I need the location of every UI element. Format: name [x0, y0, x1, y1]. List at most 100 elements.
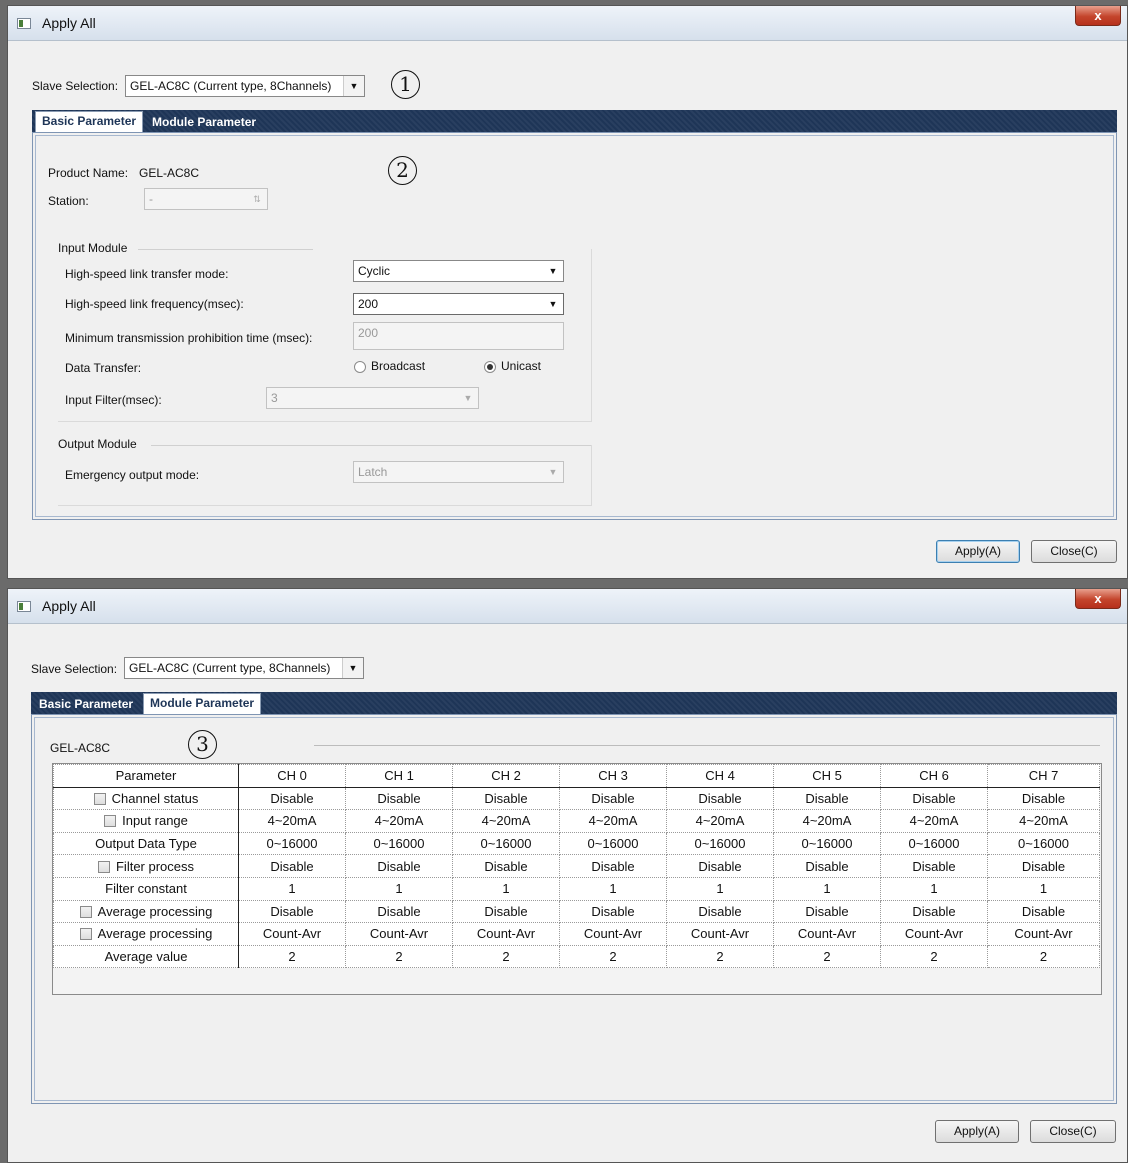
product-name-value: GEL-AC8C [139, 166, 200, 180]
unicast-radio[interactable] [484, 361, 496, 373]
close-button[interactable]: Close(C) [1030, 1120, 1116, 1143]
cell-ch7[interactable]: Count-Avr [987, 922, 1100, 946]
tab-module-parameter[interactable]: Module Parameter [143, 693, 262, 714]
cell-ch5[interactable]: 2 [773, 944, 881, 969]
cell-ch5[interactable]: Disable [773, 854, 881, 878]
cell-ch0[interactable]: 0~16000 [238, 831, 346, 856]
station-spinner[interactable]: - ⇅ [144, 188, 268, 210]
cell-ch6[interactable]: 0~16000 [880, 831, 988, 856]
apply-button[interactable]: Apply(A) [935, 1120, 1019, 1143]
column-header-ch7: CH 7 [987, 764, 1100, 788]
cell-ch4[interactable]: Disable [666, 854, 774, 878]
apply-button[interactable]: Apply(A) [936, 540, 1020, 563]
chevron-down-icon[interactable]: ▼ [458, 388, 478, 408]
cell-ch0[interactable]: Count-Avr [238, 922, 346, 946]
cell-ch4[interactable]: Disable [666, 899, 774, 924]
cell-ch6[interactable]: Disable [880, 854, 988, 878]
cell-ch6[interactable]: 2 [880, 944, 988, 969]
chevron-down-icon[interactable]: ▼ [543, 294, 563, 314]
cell-ch7[interactable]: 4~20mA [987, 809, 1100, 833]
slave-selection-dropdown[interactable]: GEL-AC8C (Current type, 8Channels) ▼ [124, 657, 364, 679]
cell-ch4[interactable]: 2 [666, 944, 774, 969]
cell-ch1[interactable]: 4~20mA [345, 809, 453, 833]
cell-ch5[interactable]: Count-Avr [773, 922, 881, 946]
cell-ch3[interactable]: 1 [559, 876, 667, 901]
cell-ch7[interactable]: 0~16000 [987, 831, 1100, 856]
cell-ch7[interactable]: Disable [987, 854, 1100, 878]
cell-ch5[interactable]: 4~20mA [773, 809, 881, 833]
cell-ch6[interactable]: 1 [880, 876, 988, 901]
cell-ch4[interactable]: 4~20mA [666, 809, 774, 833]
cell-ch0[interactable]: 4~20mA [238, 809, 346, 833]
emergency-dropdown[interactable]: Latch ▼ [353, 461, 564, 483]
cell-ch2[interactable]: Disable [452, 854, 560, 878]
tab-basic-parameter[interactable]: Basic Parameter [33, 694, 139, 714]
cell-ch0[interactable]: Disable [238, 854, 346, 878]
row-checkbox[interactable] [79, 928, 92, 941]
cell-ch3[interactable]: 0~16000 [559, 831, 667, 856]
cell-ch1[interactable]: Count-Avr [345, 922, 453, 946]
cell-ch6[interactable]: Disable [880, 786, 988, 811]
cell-ch0[interactable]: 2 [238, 944, 346, 969]
cell-ch5[interactable]: Disable [773, 899, 881, 924]
cell-ch7[interactable]: Disable [987, 786, 1100, 811]
close-window-button[interactable]: x [1075, 6, 1121, 26]
cell-ch5[interactable]: 0~16000 [773, 831, 881, 856]
input-filter-dropdown[interactable]: 3 ▼ [266, 387, 479, 409]
cell-ch4[interactable]: 1 [666, 876, 774, 901]
cell-ch6[interactable]: Disable [880, 899, 988, 924]
cell-ch4[interactable]: Disable [666, 786, 774, 811]
cell-ch0[interactable]: Disable [238, 786, 346, 811]
transfer-mode-dropdown[interactable]: Cyclic ▼ [353, 260, 564, 282]
cell-ch3[interactable]: 2 [559, 944, 667, 969]
chevron-down-icon[interactable]: ▼ [543, 462, 563, 482]
cell-ch5[interactable]: Disable [773, 786, 881, 811]
cell-ch2[interactable]: 1 [452, 876, 560, 901]
spin-arrow-icon[interactable]: ⇅ [247, 189, 267, 209]
broadcast-radio[interactable] [354, 361, 366, 373]
cell-ch1[interactable]: 0~16000 [345, 831, 453, 856]
cell-ch2[interactable]: 2 [452, 944, 560, 969]
row-checkbox[interactable] [93, 792, 106, 805]
cell-ch4[interactable]: Count-Avr [666, 922, 774, 946]
cell-ch1[interactable]: Disable [345, 899, 453, 924]
cell-ch7[interactable]: Disable [987, 899, 1100, 924]
cell-ch7[interactable]: 1 [987, 876, 1100, 901]
cell-ch2[interactable]: Count-Avr [452, 922, 560, 946]
tab-basic-parameter[interactable]: Basic Parameter [35, 111, 144, 132]
cell-ch0[interactable]: Disable [238, 899, 346, 924]
cell-ch2[interactable]: 0~16000 [452, 831, 560, 856]
cell-ch1[interactable]: 2 [345, 944, 453, 969]
min-prohibition-field[interactable]: 200 [353, 322, 564, 350]
cell-ch7[interactable]: 2 [987, 944, 1100, 969]
tab-module-parameter[interactable]: Module Parameter [146, 112, 262, 132]
chevron-down-icon[interactable]: ▼ [342, 658, 363, 678]
cell-ch5[interactable]: 1 [773, 876, 881, 901]
cell-ch2[interactable]: Disable [452, 899, 560, 924]
chevron-down-icon[interactable]: ▼ [343, 76, 364, 96]
parameter-grid: Parameter CH 0 CH 1 CH 2 CH 3 CH 4 CH 5 CH 6 CH … [53, 764, 1100, 969]
close-window-button[interactable]: x [1075, 589, 1121, 609]
cell-ch3[interactable]: Disable [559, 854, 667, 878]
row-checkbox[interactable] [79, 905, 92, 918]
cell-ch2[interactable]: 4~20mA [452, 809, 560, 833]
cell-ch6[interactable]: Count-Avr [880, 922, 988, 946]
chevron-down-icon[interactable]: ▼ [543, 261, 563, 281]
cell-ch1[interactable]: Disable [345, 854, 453, 878]
cell-ch3[interactable]: Disable [559, 786, 667, 811]
cell-ch3[interactable]: Disable [559, 899, 667, 924]
cell-ch3[interactable]: Count-Avr [559, 922, 667, 946]
frequency-dropdown[interactable]: 200 ▼ [353, 293, 564, 315]
close-button[interactable]: Close(C) [1031, 540, 1117, 563]
cell-ch0[interactable]: 1 [238, 876, 346, 901]
slave-selection-dropdown[interactable]: GEL-AC8C (Current type, 8Channels) ▼ [125, 75, 365, 97]
cell-ch2[interactable]: Disable [452, 786, 560, 811]
cell-ch6[interactable]: 4~20mA [880, 809, 988, 833]
cell-ch4[interactable]: 0~16000 [666, 831, 774, 856]
row-checkbox[interactable] [104, 815, 117, 828]
min-prohibition-label: Minimum transmission prohibition time (m… [65, 331, 313, 345]
row-checkbox[interactable] [97, 860, 110, 873]
cell-ch3[interactable]: 4~20mA [559, 809, 667, 833]
cell-ch1[interactable]: Disable [345, 786, 453, 811]
cell-ch1[interactable]: 1 [345, 876, 453, 901]
